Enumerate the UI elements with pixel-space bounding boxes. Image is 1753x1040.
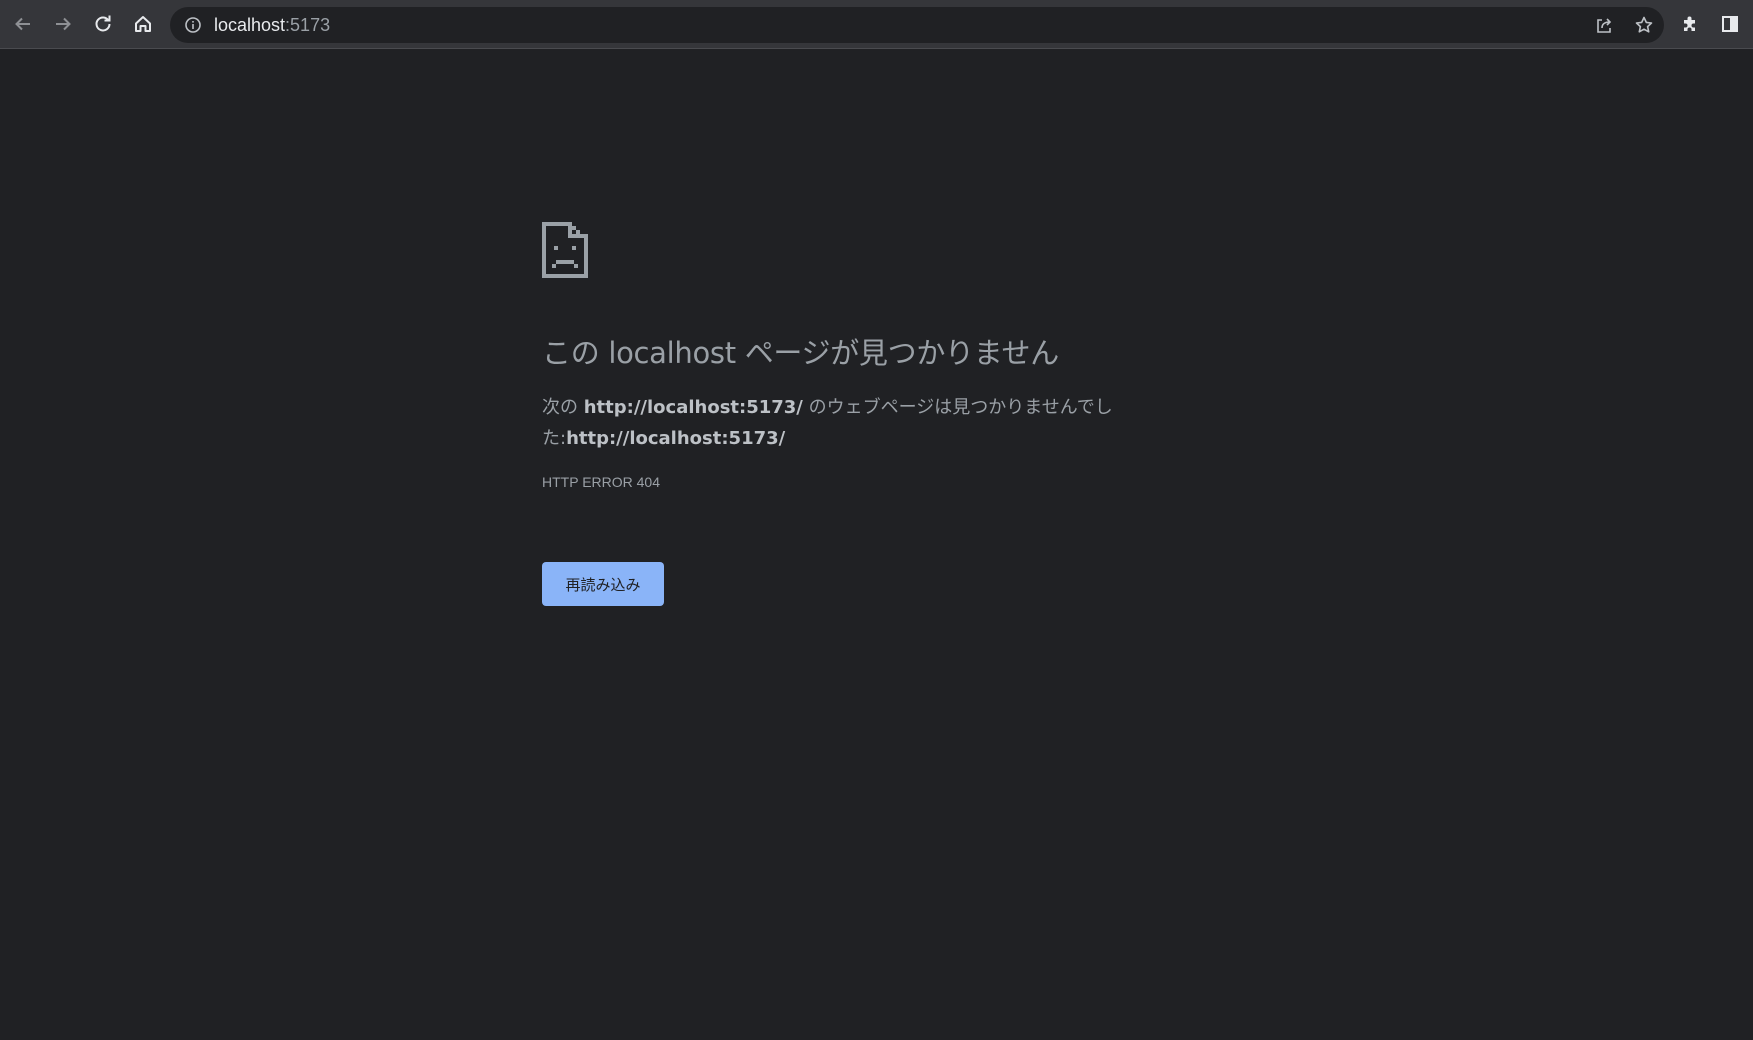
puzzle-icon — [1684, 16, 1695, 31]
url-host: localhost — [214, 15, 286, 35]
desc-url: http://localhost:5173/ — [583, 397, 803, 418]
arrow-right-icon — [56, 17, 71, 31]
error-description: 次の http://localhost:5173/ のウェブページは見つかりませ… — [542, 392, 1122, 454]
url-port: :5173 — [285, 15, 331, 35]
reload-page-button[interactable]: 再読み込み — [542, 562, 664, 606]
url-text[interactable]: localhost:5173 — [214, 15, 330, 35]
desc-url-2: http://localhost:5173/ — [566, 428, 786, 449]
browser-toolbar: localhost:5173 — [0, 0, 1753, 49]
star-icon[interactable] — [1634, 15, 1654, 35]
desc-prefix: 次の — [542, 397, 584, 418]
share-icon[interactable] — [1594, 15, 1614, 35]
side-panel-icon — [1722, 16, 1738, 32]
arrow-left-icon — [15, 17, 30, 31]
error-code: HTTP ERROR 404 — [542, 474, 660, 490]
extensions-button[interactable] — [1676, 10, 1704, 38]
side-panel-button[interactable] — [1716, 10, 1744, 38]
back-button[interactable] — [9, 10, 37, 38]
error-headline: この localhost ページが見つかりません — [542, 336, 1059, 370]
home-button[interactable] — [129, 10, 157, 38]
sad-document-icon — [542, 222, 588, 278]
home-icon — [135, 16, 151, 32]
address-bar[interactable]: localhost:5173 — [170, 7, 1664, 43]
forward-button[interactable] — [49, 10, 77, 38]
reload-button[interactable] — [89, 10, 117, 38]
reload-icon — [95, 15, 111, 32]
info-icon[interactable] — [184, 16, 202, 34]
